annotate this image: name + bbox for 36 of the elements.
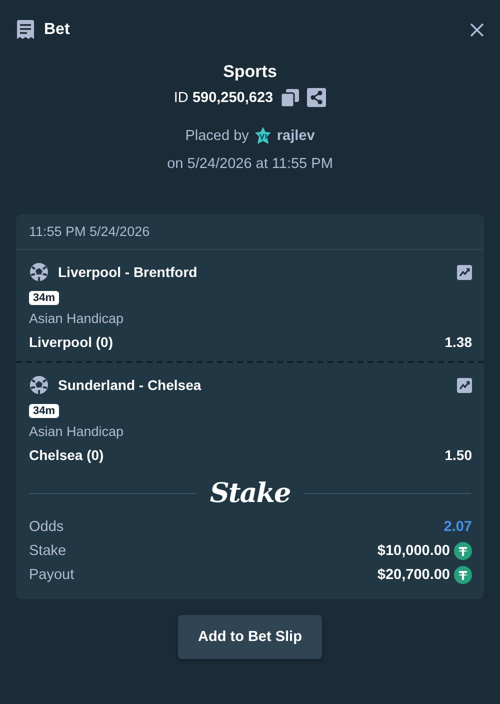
summary-value: $10,000.00 bbox=[377, 543, 450, 559]
chart-icon[interactable] bbox=[457, 378, 472, 392]
odds-value: 1.38 bbox=[444, 334, 472, 350]
summary-value: 2.07 bbox=[444, 519, 472, 535]
time-badge: 34m bbox=[29, 404, 60, 418]
soccer-ball-icon bbox=[29, 262, 49, 282]
market-name: Asian Handicap bbox=[29, 311, 125, 326]
close-icon[interactable] bbox=[470, 23, 484, 37]
selection-name: Chelsea (0) bbox=[29, 447, 104, 463]
event-name[interactable]: Sunderland - Chelsea bbox=[58, 377, 202, 393]
copy-icon[interactable] bbox=[281, 88, 300, 106]
window-title: Bet bbox=[44, 21, 70, 39]
bet-timestamp: 11:55 PM 5/24/2026 bbox=[16, 214, 484, 250]
share-icon[interactable] bbox=[307, 88, 326, 107]
summary-value: $20,700.00 bbox=[377, 567, 450, 583]
summary-label: Payout bbox=[29, 567, 74, 583]
receipt-icon bbox=[16, 20, 35, 40]
bet-category: Sports bbox=[223, 62, 277, 82]
placed-by-label: Placed by bbox=[185, 128, 249, 144]
username[interactable]: rajlev bbox=[276, 128, 315, 144]
market-name: Asian Handicap bbox=[29, 424, 125, 439]
brand-logo: Stake bbox=[210, 478, 290, 509]
placed-date: on 5/24/2026 at 11:55 PM bbox=[167, 156, 333, 172]
tether-coin-icon bbox=[454, 542, 472, 560]
time-badge: 34m bbox=[29, 291, 60, 305]
summary-label: Odds bbox=[29, 519, 64, 535]
summary-label: Stake bbox=[29, 543, 66, 559]
soccer-ball-icon bbox=[29, 375, 49, 395]
odds-value: 1.50 bbox=[444, 447, 472, 463]
add-to-bet-slip-button[interactable]: Add to Bet Slip bbox=[178, 615, 322, 659]
chart-icon[interactable] bbox=[457, 264, 472, 280]
bet-id: ID 590,250,623 bbox=[174, 90, 274, 106]
event-name[interactable]: Liverpool - Brentford bbox=[58, 264, 198, 280]
selection-name: Liverpool (0) bbox=[29, 334, 114, 350]
star-badge-icon bbox=[254, 127, 272, 145]
tether-coin-icon bbox=[454, 566, 472, 584]
